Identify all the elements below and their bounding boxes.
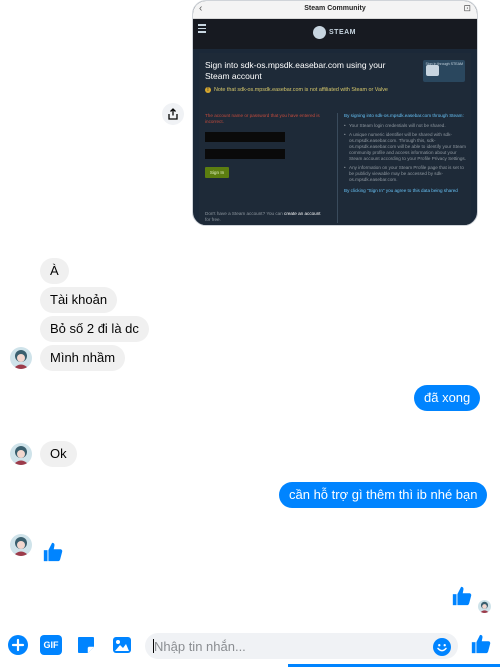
screenshot-topbar: ‹ Steam Community ⊡ xyxy=(193,1,477,19)
steam-login-panel: Sign into sdk-os.mpsdk.easebar.com using… xyxy=(199,53,471,225)
info-item: Your Steam login credentials will not be… xyxy=(344,123,469,129)
image-icon[interactable] xyxy=(112,635,132,655)
account-name-field xyxy=(205,132,285,142)
sign-in-button: Sign In xyxy=(205,167,229,178)
affiliation-notice: ! Note that sdk-os.mpsdk.easebar.com is … xyxy=(205,87,465,93)
emoji-icon[interactable] xyxy=(433,638,451,656)
outgoing-message[interactable]: đã xong xyxy=(414,385,481,411)
steam-openid-icon xyxy=(426,65,439,76)
incoming-message[interactable]: À xyxy=(40,258,69,284)
steam-header: STEAM xyxy=(193,19,477,49)
sign-in-title: Sign into sdk-os.mpsdk.easebar.com using… xyxy=(205,60,386,81)
warning-icon: ! xyxy=(205,87,211,93)
thumbs-up-icon[interactable] xyxy=(42,541,64,563)
share-button[interactable] xyxy=(162,103,184,125)
info-item: Any information on your Steam Profile pa… xyxy=(344,165,469,183)
seen-avatar xyxy=(478,600,491,613)
steam-logo-icon xyxy=(313,26,326,39)
avatar-image xyxy=(10,443,32,465)
incoming-message[interactable]: Tài khoản xyxy=(40,287,118,313)
avatar-image xyxy=(10,534,32,556)
gif-button[interactable]: GIF xyxy=(40,635,62,655)
window-close-icon: ⊡ xyxy=(463,3,471,13)
seen-avatar-image xyxy=(478,600,491,613)
add-icon[interactable] xyxy=(8,635,28,655)
login-error: The account name or password that you ha… xyxy=(205,113,320,124)
outgoing-message[interactable]: cần hỗ trợ gì thêm thì ib nhé bạn xyxy=(279,482,488,508)
avatar[interactable] xyxy=(10,534,32,556)
sticker-icon[interactable] xyxy=(76,635,96,655)
column-divider xyxy=(337,113,338,223)
openid-badge: Sign in through STEAM xyxy=(423,60,465,82)
screenshot-window-title: Steam Community xyxy=(304,5,366,12)
message-composer: GIF xyxy=(0,625,500,667)
no-account-text: Don't have a Steam account? You can crea… xyxy=(205,211,321,222)
incoming-message[interactable]: Mình nhầm xyxy=(40,345,126,371)
avatar-image xyxy=(10,347,32,369)
data-sharing-info: By signing into sdk-os.mpsdk.easebar.com… xyxy=(344,113,469,194)
password-field xyxy=(205,149,285,159)
create-account-link: create an account xyxy=(284,211,321,216)
avatar[interactable] xyxy=(10,443,32,465)
message-input[interactable] xyxy=(145,633,458,659)
incoming-message[interactable]: Bỏ số 2 đi là dc xyxy=(40,316,149,342)
info-item: A unique numeric identifier will be shar… xyxy=(344,132,469,162)
incoming-message[interactable]: Ok xyxy=(40,441,77,467)
login-form: The account name or password that you ha… xyxy=(205,113,333,178)
shared-screenshot[interactable]: ‹ Steam Community ⊡ STEAM Sign into sdk-… xyxy=(192,0,478,226)
text-caret xyxy=(153,639,154,653)
avatar[interactable] xyxy=(10,347,32,369)
steam-logo: STEAM xyxy=(313,26,356,39)
thumbs-up-icon[interactable] xyxy=(451,585,473,607)
send-like-icon[interactable] xyxy=(470,633,492,655)
share-icon xyxy=(168,108,178,120)
hamburger-menu-icon xyxy=(198,24,206,35)
